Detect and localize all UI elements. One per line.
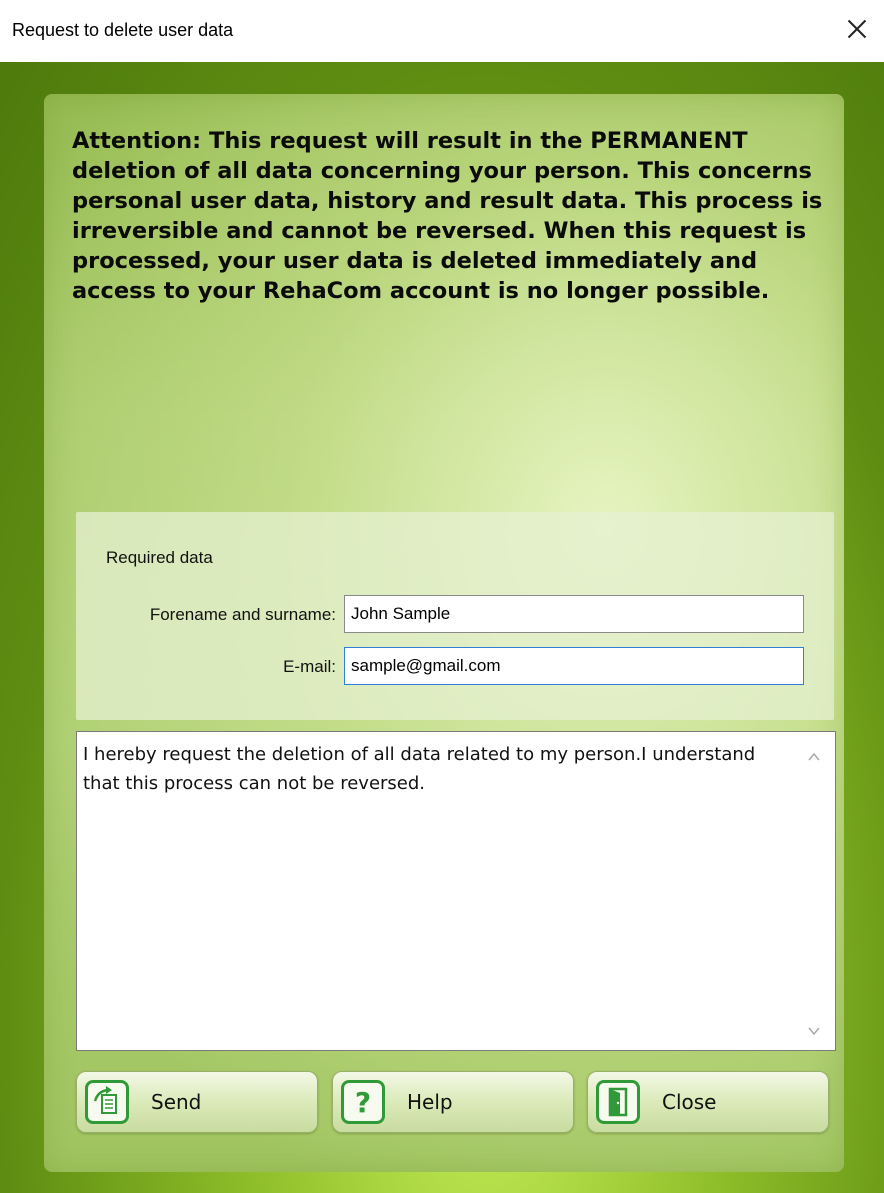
door-exit-icon [596,1080,640,1124]
name-field[interactable]: John Sample [344,595,804,633]
help-button[interactable]: ? Help [332,1071,574,1133]
send-label: Send [151,1090,202,1114]
message-text: I hereby request the deletion of all dat… [83,744,756,794]
close-icon[interactable] [840,12,874,46]
help-icon: ? [341,1080,385,1124]
send-button[interactable]: Send [76,1071,318,1133]
scroll-up-icon[interactable] [807,750,821,764]
close-label: Close [662,1090,717,1114]
help-label: Help [407,1090,453,1114]
send-icon [85,1080,129,1124]
window-title: Request to delete user data [12,20,234,40]
email-field[interactable]: sample@gmail.com [344,647,804,685]
scroll-down-icon[interactable] [807,1024,821,1038]
name-label: Forename and surname: [149,605,336,624]
email-label: E-mail: [283,657,336,676]
title-bar: Request to delete user data [0,0,884,63]
close-button[interactable]: Close [587,1071,829,1133]
required-data-heading: Required data [106,548,213,567]
svg-text:?: ? [355,1086,371,1119]
message-textarea[interactable]: I hereby request the deletion of all dat… [76,731,836,1051]
warning-text: Attention: This request will result in t… [72,128,823,304]
